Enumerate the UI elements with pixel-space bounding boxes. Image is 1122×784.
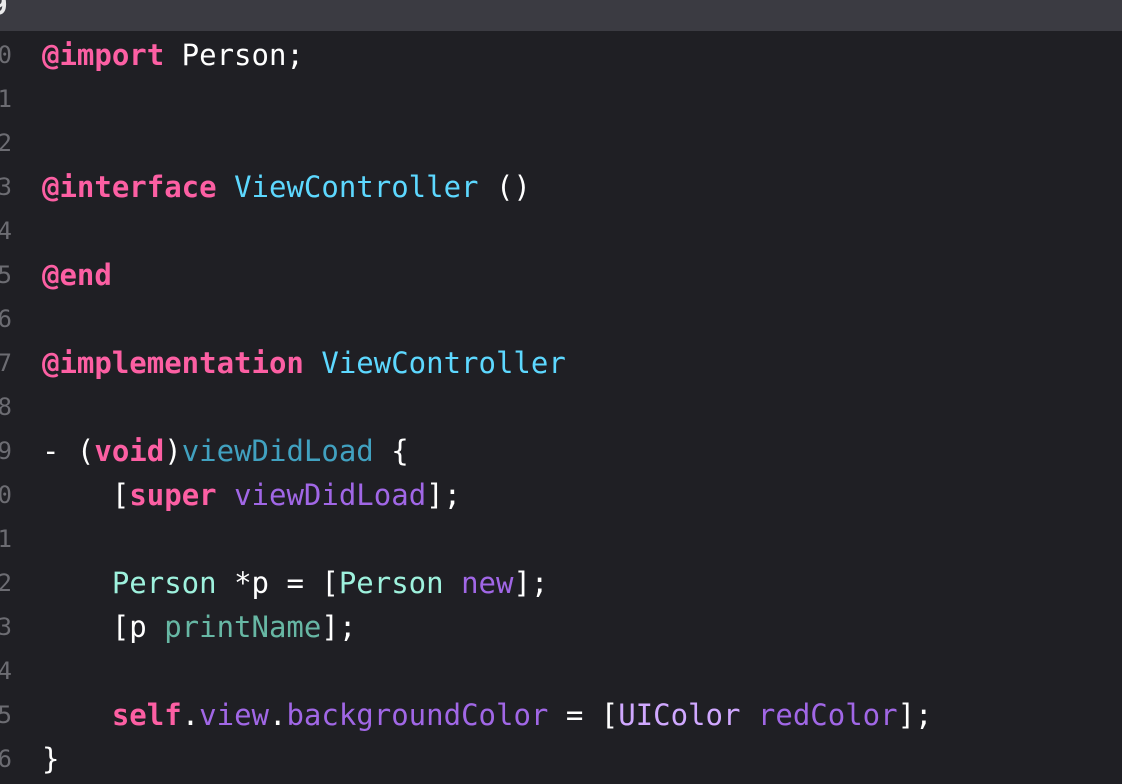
- code-line[interactable]: 9 - (void)viewDidLoad {: [0, 429, 1122, 473]
- current-line-highlight: 9: [0, 0, 1122, 31]
- code-text: }: [42, 737, 59, 781]
- code-token: ];: [897, 698, 933, 732]
- code-text: @interface ViewController (): [42, 165, 531, 209]
- code-token: view: [199, 698, 269, 732]
- code-line[interactable]: 5 self.view.backgroundColor = [UIColor r…: [0, 693, 1122, 737]
- code-token: redColor: [757, 698, 898, 732]
- line-number: 9: [0, 437, 12, 465]
- line-number: 6: [0, 745, 12, 773]
- code-line[interactable]: 3 [p printName];: [0, 605, 1122, 649]
- code-token: void: [94, 434, 165, 468]
- code-line[interactable]: 4: [0, 649, 1122, 693]
- code-token: = [: [548, 698, 619, 732]
- line-number: 5: [0, 261, 12, 289]
- code-line[interactable]: 3 @interface ViewController (): [0, 165, 1122, 209]
- code-token: backgroundColor: [286, 698, 549, 732]
- code-token: .: [269, 698, 287, 732]
- code-line[interactable]: 1: [0, 77, 1122, 121]
- code-line[interactable]: 8: [0, 385, 1122, 429]
- code-token: [: [42, 478, 130, 512]
- code-line[interactable]: 0 [super viewDidLoad];: [0, 473, 1122, 517]
- code-text: self.view.backgroundColor = [UIColor red…: [42, 693, 933, 737]
- code-token: *p = [: [216, 566, 339, 600]
- code-token: ViewController: [234, 170, 479, 204]
- line-number: 4: [0, 657, 12, 685]
- line-number: 3: [0, 613, 12, 641]
- code-token: [p: [42, 610, 165, 644]
- code-line[interactable]: 5 @end: [0, 253, 1122, 297]
- code-text: @import Person;: [42, 33, 304, 77]
- line-number: 4: [0, 217, 12, 245]
- code-token: new: [461, 566, 514, 600]
- code-token: (): [478, 170, 531, 204]
- code-token: UIColor: [618, 698, 741, 732]
- code-token: Person: [111, 566, 217, 600]
- code-token: self: [111, 698, 182, 732]
- code-text: @end: [42, 253, 112, 297]
- code-line[interactable]: 4: [0, 209, 1122, 253]
- code-line[interactable]: 1: [0, 517, 1122, 561]
- code-token: viewDidLoad: [181, 434, 374, 468]
- line-number: 1: [0, 525, 12, 553]
- code-line[interactable]: 0 @import Person;: [0, 33, 1122, 77]
- line-number: 5: [0, 701, 12, 729]
- line-number: 2: [0, 569, 12, 597]
- line-number: 2: [0, 129, 12, 157]
- code-token: viewDidLoad: [234, 478, 427, 512]
- line-number: 7: [0, 349, 12, 377]
- line-number: 9: [0, 0, 8, 21]
- line-number: 0: [0, 481, 12, 509]
- code-line[interactable]: 2: [0, 121, 1122, 165]
- code-token: ];: [426, 478, 462, 512]
- code-token: {: [373, 434, 409, 468]
- code-line[interactable]: 2 Person *p = [Person new];: [0, 561, 1122, 605]
- line-number: 0: [0, 41, 12, 69]
- code-token: }: [42, 742, 60, 776]
- code-line[interactable]: 7 @implementation ViewController: [0, 341, 1122, 385]
- code-token: ];: [321, 610, 357, 644]
- line-number: 3: [0, 173, 12, 201]
- code-text: - (void)viewDidLoad {: [42, 429, 409, 473]
- code-token: Person;: [164, 38, 304, 72]
- code-token: ];: [513, 566, 549, 600]
- code-token: ViewController: [321, 346, 566, 380]
- code-token: @end: [42, 258, 112, 292]
- code-token: super: [129, 478, 217, 512]
- code-text: Person *p = [Person new];: [42, 561, 549, 605]
- line-number: 6: [0, 305, 12, 333]
- code-token: @interface: [42, 170, 217, 204]
- code-line[interactable]: 6}: [0, 737, 1122, 781]
- code-token: @import: [42, 38, 165, 72]
- code-text: @implementation ViewController: [42, 341, 566, 385]
- code-token: ): [164, 434, 182, 468]
- code-editor[interactable]: 9 0 @import Person; 1 2 3 @interface ViewCont…: [0, 0, 1122, 784]
- code-text: [p printName];: [42, 605, 356, 649]
- code-token: Person: [338, 566, 444, 600]
- code-token: - (: [42, 434, 95, 468]
- code-line[interactable]: 6: [0, 297, 1122, 341]
- code-token: .: [181, 698, 200, 732]
- line-number: 1: [0, 85, 12, 113]
- line-number: 8: [0, 393, 12, 421]
- code-text: [super viewDidLoad];: [42, 473, 461, 517]
- code-token: printName: [164, 610, 322, 644]
- code-token: @implementation: [42, 346, 304, 380]
